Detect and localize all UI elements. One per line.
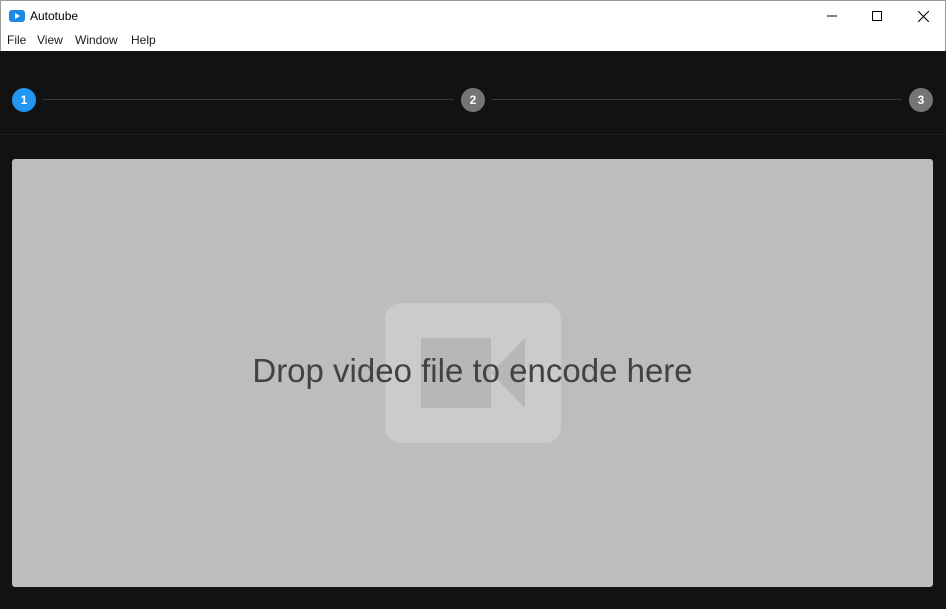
- menu-bar: File View Window Help: [0, 31, 946, 51]
- step-connector: [43, 99, 454, 100]
- minimize-icon: [827, 15, 837, 17]
- step-connector: [492, 99, 902, 100]
- window-title: Autotube: [30, 9, 79, 23]
- stepper: 1 2 3: [0, 51, 946, 135]
- close-icon: [917, 10, 929, 22]
- menu-window[interactable]: Window: [75, 33, 118, 47]
- play-icon: [9, 10, 25, 22]
- video-drop-zone[interactable]: Drop video file to encode here: [12, 159, 933, 587]
- step-1[interactable]: 1: [12, 88, 36, 112]
- drop-instruction: Drop video file to encode here: [252, 352, 693, 389]
- maximize-icon: [872, 11, 882, 21]
- menu-file[interactable]: File: [7, 33, 26, 47]
- step-3[interactable]: 3: [909, 88, 933, 112]
- maximize-button[interactable]: [854, 1, 900, 31]
- close-button[interactable]: [900, 1, 946, 31]
- title-bar: Autotube: [0, 0, 946, 31]
- menu-help[interactable]: Help: [131, 33, 156, 47]
- minimize-button[interactable]: [809, 1, 855, 31]
- step-2[interactable]: 2: [461, 88, 485, 112]
- menu-view[interactable]: View: [37, 33, 63, 47]
